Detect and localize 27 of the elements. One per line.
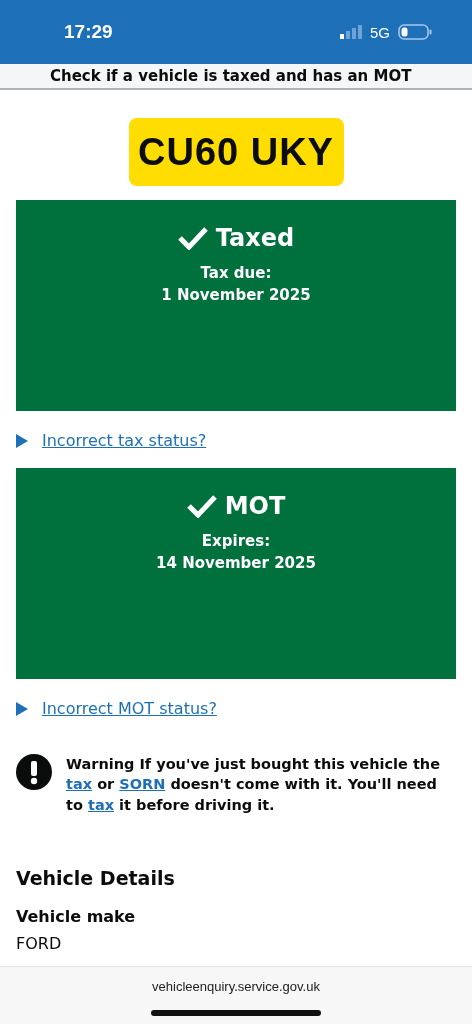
registration-plate: CU60 UKY	[128, 118, 344, 186]
tick-icon	[177, 226, 208, 250]
text-link[interactable]: tax	[66, 776, 93, 793]
text-link[interactable]: tax	[87, 796, 115, 813]
details-link[interactable]: Incorrect tax status?	[42, 431, 207, 450]
text-link[interactable]: SORN	[119, 776, 166, 793]
url-text[interactable]: vehicleenquiry.service.gov.uk	[152, 979, 320, 994]
warning-text: Warning If you've just bought this vehicle the tax or SORN doesn't come with it. You'll need to tax it before driving it.	[66, 755, 441, 815]
section-heading: Vehicle Details	[16, 866, 176, 889]
details-link[interactable]: Incorrect MOT status?	[42, 699, 217, 718]
triangle-icon[interactable]	[16, 433, 28, 448]
page-title: Check if a vehicle is taxed and has an MOT	[0, 64, 472, 90]
status-title: MOT	[224, 492, 286, 520]
signal-icon	[340, 25, 362, 39]
date-label: Expires:	[201, 532, 271, 550]
network-label: 5G	[370, 23, 390, 41]
tick-icon	[186, 494, 217, 518]
status-title: Taxed	[215, 224, 295, 252]
date-value: 1 November 2025	[161, 286, 311, 304]
detail-label: Vehicle make	[16, 906, 137, 926]
triangle-icon[interactable]	[16, 701, 28, 716]
detail-value: FORD	[16, 933, 63, 953]
date-label: Tax due:	[200, 264, 272, 282]
warning-icon	[16, 754, 52, 790]
date-value: 14 November 2025	[156, 554, 316, 572]
battery-icon	[398, 24, 432, 40]
clock: 17:29	[64, 21, 113, 43]
